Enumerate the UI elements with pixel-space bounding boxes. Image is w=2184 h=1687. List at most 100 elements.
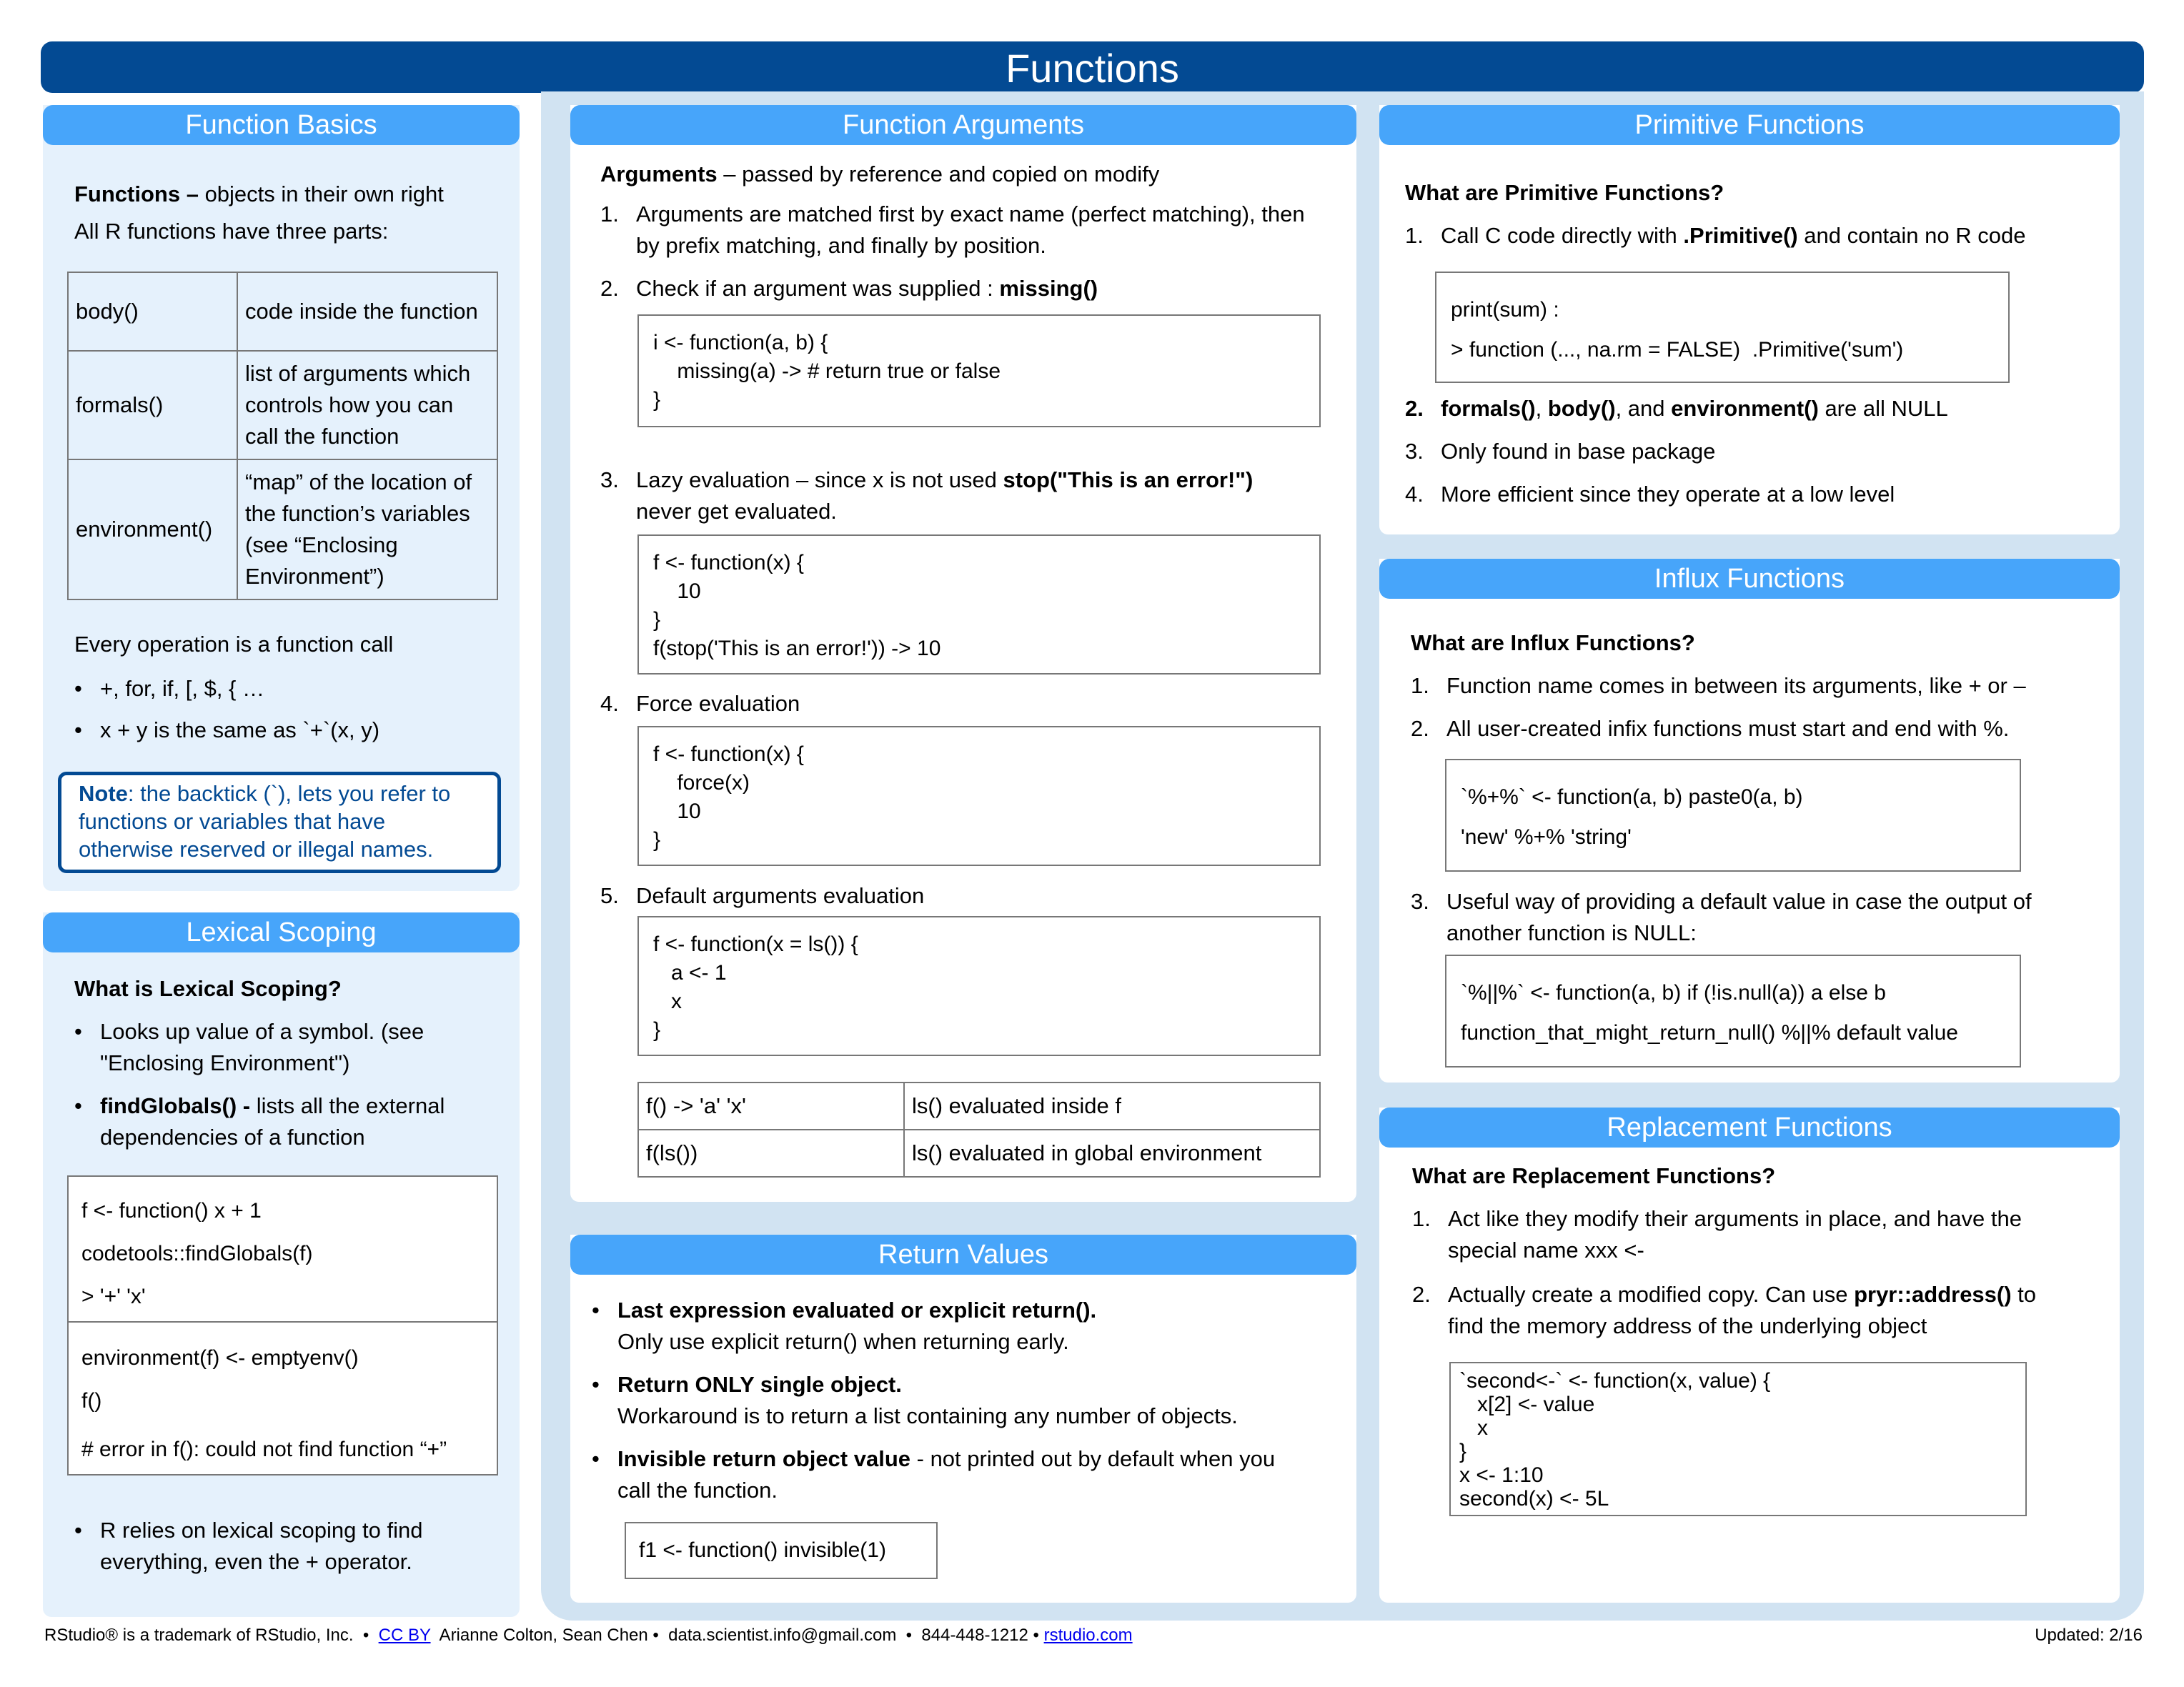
item-text: find the memory address of the underlyin… bbox=[1448, 1313, 1927, 1338]
list-item: 1. Act like they modify their arguments i… bbox=[1412, 1203, 2022, 1266]
cc-by-link[interactable]: CC BY bbox=[379, 1626, 431, 1645]
code-line: `%+%` <- function(a, b) paste0(a, b) bbox=[1461, 785, 1803, 809]
item-number: 1. bbox=[600, 201, 619, 227]
bullet-icon: • bbox=[592, 1446, 600, 1471]
influx-question: What are Influx Functions? bbox=[1411, 630, 1695, 655]
item-bold-text: pryr::address() bbox=[1854, 1282, 2012, 1307]
note-line: functions or variables that have bbox=[79, 809, 386, 834]
table-row: f() -> 'a' 'x' ls() evaluated inside f bbox=[637, 1082, 1321, 1130]
list-item: 1. Function name comes in between its arg… bbox=[1411, 670, 2026, 702]
item-number: 4. bbox=[1405, 482, 1424, 507]
bullet-icon: • bbox=[74, 717, 82, 742]
list-item: • Invisible return object value - not pri… bbox=[592, 1443, 1275, 1506]
item-text: are all NULL bbox=[1818, 396, 1948, 421]
code-line: x bbox=[653, 990, 682, 1013]
bullet-bold-text: Return ONLY single object. bbox=[617, 1372, 902, 1397]
bullet-text: call the function. bbox=[617, 1478, 778, 1503]
infix-default-code: `%||%` <- function(a, b) if (!is.null(a)… bbox=[1445, 955, 2021, 1068]
list-item: 2. Actually create a modified copy. Can u… bbox=[1412, 1279, 2036, 1342]
code-line: x bbox=[1459, 1416, 1489, 1440]
item-text: Check if an argument was supplied : bbox=[636, 276, 1000, 301]
bullet-icon: • bbox=[74, 1093, 82, 1118]
functions-intro-rest: objects in their own right bbox=[198, 181, 444, 206]
item-text: Actually create a modified copy. Can use bbox=[1448, 1282, 1855, 1307]
list-item: 2. Check if an argument was supplied : mi… bbox=[600, 273, 1098, 304]
code-line: } bbox=[653, 388, 661, 412]
item-text: Call C code directly with bbox=[1441, 223, 1684, 248]
bullet-text: "Enclosing Environment") bbox=[100, 1050, 350, 1075]
code-line: force(x) bbox=[653, 771, 750, 795]
bullet-text: R relies on lexical scoping to find bbox=[100, 1518, 423, 1543]
part-desc-line: Environment”) bbox=[245, 564, 384, 589]
part-desc-line: “map” of the location of bbox=[245, 469, 472, 494]
print-sum-code: print(sum) : > function (..., na.rm = FA… bbox=[1435, 272, 2010, 383]
item-number: 1. bbox=[1411, 673, 1429, 698]
list-item: • +, for, if, [, $, { … bbox=[74, 673, 264, 705]
part-desc-line: list of arguments which bbox=[245, 361, 471, 386]
invisible-code: f1 <- function() invisible(1) bbox=[625, 1522, 938, 1579]
infix-paste-code: `%+%` <- function(a, b) paste0(a, b) 'ne… bbox=[1445, 759, 2021, 872]
item-bold-text: missing() bbox=[999, 276, 1098, 301]
backtick-note: Note: the backtick (`), lets you refer t… bbox=[58, 772, 501, 873]
force-eval-code: f <- function(x) { force(x) 10 } bbox=[637, 726, 1321, 866]
eval-call: f(ls()) bbox=[637, 1129, 905, 1178]
item-text: Lazy evaluation – since x is not used bbox=[636, 467, 1003, 492]
code-line: } bbox=[653, 828, 661, 852]
lexical-scoping-header: Lexical Scoping bbox=[43, 912, 520, 952]
part-desc-line: (see “Enclosing bbox=[245, 532, 398, 557]
list-item: 3. Only found in base package bbox=[1405, 436, 1715, 467]
item-text: Default arguments evaluation bbox=[636, 883, 925, 908]
item-text: More efficient since they operate at a l… bbox=[1441, 482, 1895, 507]
arguments-intro: Arguments – passed by reference and copi… bbox=[600, 159, 1159, 190]
page-title: Functions bbox=[41, 41, 2144, 93]
list-item: • R relies on lexical scoping to find eve… bbox=[74, 1515, 422, 1578]
bullet-bold-text: findGlobals() - bbox=[100, 1093, 251, 1118]
item-number: 2. bbox=[1412, 1282, 1431, 1307]
table-row: environment() “map” of the location of t… bbox=[67, 459, 498, 600]
bullet-bold-text: Last expression evaluated or explicit re… bbox=[617, 1298, 1097, 1323]
lexical-scoping-question: What is Lexical Scoping? bbox=[74, 976, 342, 1001]
item-number: 1. bbox=[1412, 1206, 1431, 1231]
table-row: formals() list of arguments which contro… bbox=[67, 350, 498, 460]
item-text: Force evaluation bbox=[636, 691, 800, 716]
bullet-text: x + y is the same as `+`(x, y) bbox=[100, 717, 380, 742]
item-bold-text: body() bbox=[1547, 396, 1616, 421]
part-desc-line: controls how you can bbox=[245, 392, 454, 417]
item-number: 3. bbox=[600, 467, 619, 492]
item-text: Arguments are matched first by exact nam… bbox=[636, 201, 1305, 227]
code-line: f <- function(x) { bbox=[653, 551, 804, 574]
note-line: otherwise reserved or illegal names. bbox=[79, 837, 434, 862]
code-line: `%||%` <- function(a, b) if (!is.null(a)… bbox=[1461, 981, 1886, 1005]
bullet-text: lists all the external bbox=[250, 1093, 445, 1118]
rstudio-link[interactable]: rstudio.com bbox=[1044, 1626, 1133, 1645]
replacement-question: What are Replacement Functions? bbox=[1412, 1163, 1776, 1188]
item-number: 4. bbox=[600, 691, 619, 716]
item-text: Only found in base package bbox=[1441, 439, 1716, 464]
code-line: print(sum) : bbox=[1451, 298, 1559, 322]
list-item: • Last expression evaluated or explicit r… bbox=[592, 1295, 1096, 1358]
code-line: } bbox=[1459, 1440, 1467, 1463]
part-desc: code inside the function bbox=[237, 272, 498, 352]
item-number: 5. bbox=[600, 883, 619, 908]
code-line: environment(f) <- emptyenv() bbox=[81, 1346, 359, 1370]
table-row: body() code inside the function bbox=[67, 272, 498, 352]
part-desc: list of arguments which controls how you… bbox=[237, 350, 498, 460]
table-row: f(ls()) ls() evaluated in global environ… bbox=[637, 1129, 1321, 1178]
item-number: 2. bbox=[1405, 396, 1424, 421]
item-bold-text: formals() bbox=[1441, 396, 1536, 421]
code-line: 10 bbox=[653, 579, 701, 603]
list-item: • Looks up value of a symbol. (see "Enclo… bbox=[74, 1016, 424, 1079]
primitive-question: What are Primitive Functions? bbox=[1405, 180, 1724, 205]
functions-intro: Functions – objects in their own right bbox=[74, 179, 444, 210]
ls-evaluation-table: f() -> 'a' 'x' ls() evaluated inside f f… bbox=[637, 1082, 1321, 1178]
missing-code: i <- function(a, b) { missing(a) -> # re… bbox=[637, 314, 1321, 427]
bullet-icon: • bbox=[74, 1019, 82, 1044]
list-item: 1. Arguments are matched first by exact n… bbox=[600, 199, 1305, 262]
bullet-text: Looks up value of a symbol. (see bbox=[100, 1019, 425, 1044]
bullet-icon: • bbox=[74, 676, 82, 701]
list-item: 2. All user-created infix functions must … bbox=[1411, 713, 2009, 745]
code-line: function_that_might_return_null() %||% d… bbox=[1461, 1021, 1958, 1045]
item-number: 2. bbox=[600, 276, 619, 301]
code-line: } bbox=[653, 1018, 661, 1042]
item-text: Useful way of providing a default value … bbox=[1446, 889, 2032, 914]
